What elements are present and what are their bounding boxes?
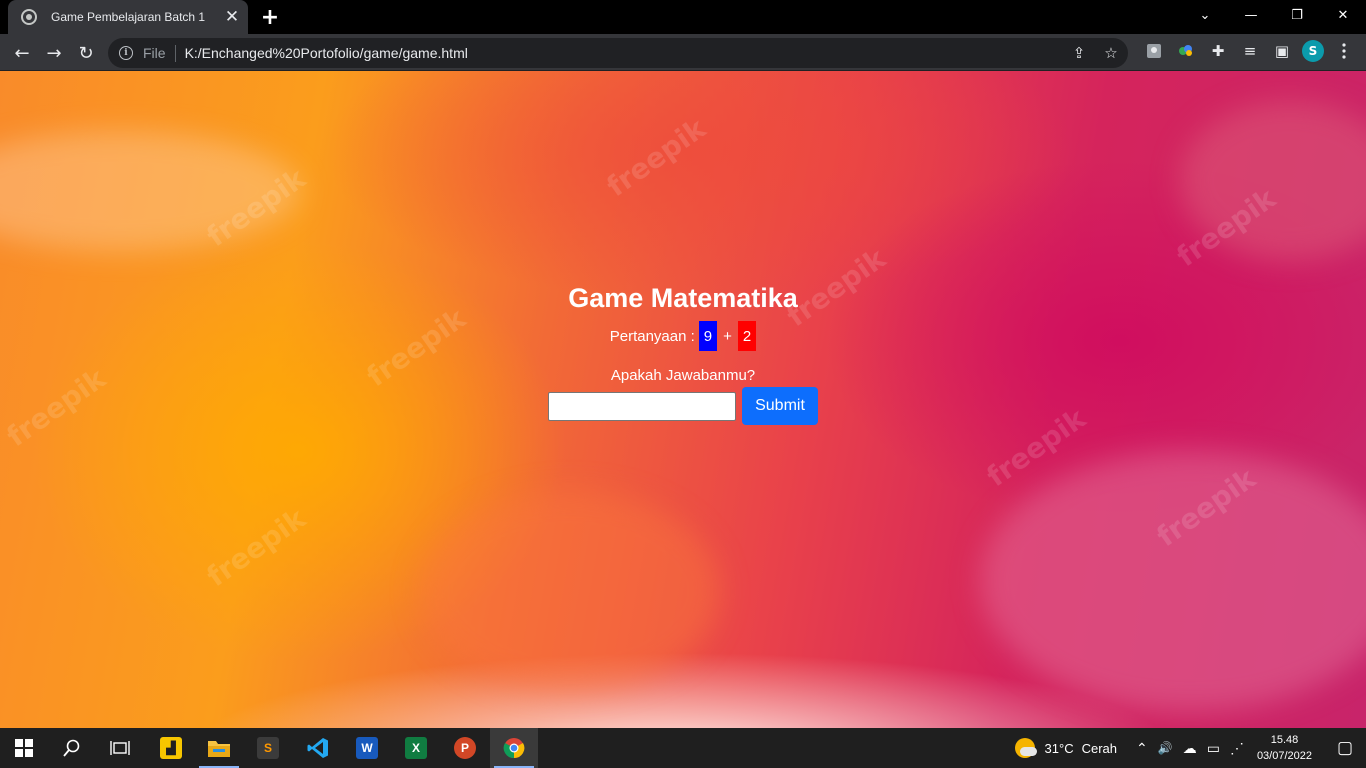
volume-icon[interactable]: 🔊 [1158,741,1173,755]
reload-button[interactable]: ↻ [72,39,100,67]
task-view-button[interactable] [96,728,144,768]
page-viewport: freepik freepik freepik freepik freepik … [0,71,1366,728]
answer-prompt: Apakah Jawabanmu? [610,367,756,384]
battery-icon[interactable]: ▭ [1207,740,1220,757]
excel-icon: X [405,737,427,759]
restore-button[interactable]: ❐ [1274,0,1320,30]
taskbar-powerpoint[interactable]: P [441,728,489,768]
taskbar-vs-code[interactable] [294,728,342,768]
weather-icon[interactable] [1014,738,1037,758]
taskbar: ▟ S W X P 31°C Cerah ⌃ 🔊 ☁ ▭ ⋰ 15.48 03/… [0,728,1366,768]
taskbar-sublime-text[interactable]: S [244,728,292,768]
side-panel-icon[interactable]: ▣ [1270,39,1294,63]
sublime-text-icon: S [257,737,279,759]
globe-icon [21,9,37,25]
puzzle-icon[interactable]: ✚ [1206,39,1230,63]
operator: + [723,327,732,345]
scheme-label: File [143,45,166,61]
clock-time: 15.48 [1270,734,1299,746]
taskbar-file-explorer[interactable] [195,728,243,768]
close-window-button[interactable]: ✕ [1320,0,1366,30]
operand-a: 9 [698,321,718,351]
media-control-icon[interactable]: ≡ [1238,39,1262,63]
answer-form: Submit [0,387,1366,425]
extension-image-icon[interactable] [1142,39,1166,63]
browser-tab[interactable]: Game Pembelajaran Batch 1 ✕ [8,0,248,34]
browser-toolbar: ← → ↻ i File K:/Enchanged%20Portofolio/g… [0,34,1366,71]
minimize-button[interactable]: — [1228,0,1274,30]
powerpoint-icon: P [454,737,476,759]
wifi-icon[interactable]: ⋰ [1230,740,1244,757]
sticky-notes-icon: ▟ [160,737,182,759]
page-title: Game Matematika [568,283,798,313]
search-icon [63,739,80,757]
bookmark-star-icon[interactable]: ☆ [1100,42,1122,64]
question-row: Pertanyaan : 9 + 2 [0,321,1366,351]
answer-input[interactable] [548,391,736,421]
word-icon: W [356,737,378,759]
extension-color-icon[interactable] [1174,39,1198,63]
taskbar-excel[interactable]: X [392,728,440,768]
forward-button[interactable]: → [40,39,68,67]
tab-title: Game Pembelajaran Batch 1 [51,10,206,24]
taskbar-chrome[interactable] [490,728,538,768]
taskbar-word[interactable]: W [343,728,391,768]
omnibox-divider [174,44,176,62]
question-label: Pertanyaan : [609,327,695,345]
submit-button[interactable]: Submit [742,387,818,425]
notification-icon[interactable]: ▢ [1324,728,1366,768]
taskbar-sticky-notes[interactable]: ▟ [147,728,195,768]
tab-strip: Game Pembelajaran Batch 1 ✕ + ⌄ — ❐ ✕ [0,0,1366,34]
share-icon[interactable]: ⇪ [1068,42,1090,64]
folder-icon [208,741,230,757]
show-hidden-icons-chevron-icon[interactable]: ⌃ [1136,740,1148,757]
address-bar[interactable]: i File K:/Enchanged%20Portofolio/game/ga… [108,38,1128,68]
weather-temperature[interactable]: 31°C [1045,741,1074,756]
info-icon[interactable]: i [119,46,133,60]
new-tab-button[interactable]: + [258,5,282,30]
close-tab-icon[interactable]: ✕ [222,7,242,27]
vs-code-icon [307,738,328,758]
profile-avatar[interactable]: S [1302,40,1324,62]
more-menu-icon[interactable] [1332,39,1356,63]
search-button[interactable] [48,728,96,768]
back-button[interactable]: ← [8,39,36,67]
weather-condition[interactable]: Cerah [1082,741,1117,756]
game-container: Game Matematika Pertanyaan : 9 + 2 Apaka… [0,71,1366,728]
system-tray: 31°C Cerah ⌃ 🔊 ☁ ▭ ⋰ 15.48 03/07/2022 ▢ [1014,728,1366,768]
tab-search-chevron-icon[interactable]: ⌄ [1182,0,1228,30]
start-button[interactable] [0,728,48,768]
windows-logo-icon [15,739,33,757]
url-text[interactable]: K:/Enchanged%20Portofolio/game/game.html [185,45,468,61]
chrome-icon [503,738,525,759]
onedrive-cloud-icon[interactable]: ☁ [1183,740,1197,757]
clock-date: 03/07/2022 [1256,750,1312,762]
operand-b: 2 [737,321,757,351]
clock[interactable]: 15.48 03/07/2022 [1257,732,1312,764]
task-view-icon [110,741,130,755]
